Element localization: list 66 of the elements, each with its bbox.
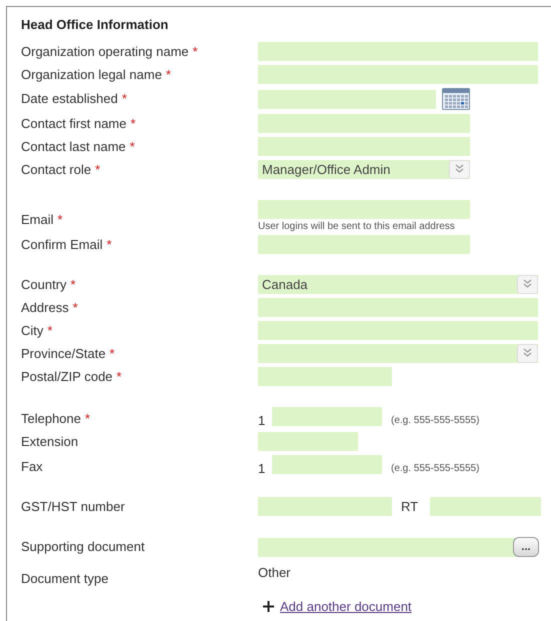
text-field[interactable]: [258, 137, 470, 156]
required-marker: *: [106, 236, 112, 252]
text-field[interactable]: [258, 538, 517, 556]
text-field[interactable]: [258, 432, 358, 451]
text-field[interactable]: [430, 497, 542, 516]
text-field[interactable]: [258, 90, 436, 108]
text-field[interactable]: [258, 114, 470, 133]
chevron-icon: [517, 275, 538, 294]
field-label: Country: [21, 276, 67, 292]
text-field[interactable]: [258, 298, 538, 317]
field-label: Postal/ZIP code: [21, 368, 113, 384]
required-marker: *: [192, 44, 198, 60]
required-marker: *: [47, 322, 52, 338]
text-field[interactable]: [272, 407, 382, 426]
required-marker: *: [130, 116, 136, 132]
required-marker: *: [116, 368, 122, 384]
required-marker: *: [85, 411, 90, 427]
required-marker: *: [95, 162, 100, 178]
text-field[interactable]: [258, 321, 538, 340]
calendar-icon[interactable]: [442, 88, 470, 110]
field-label: Contact last name: [21, 138, 126, 154]
format-hint: (e.g. 555-555-5555): [391, 415, 480, 426]
format-hint: (e.g. 555-555-5555): [391, 463, 480, 474]
field-label: Organization operating name: [21, 44, 189, 60]
field-value: Other: [258, 564, 291, 580]
field-label: Contact first name: [21, 116, 126, 132]
field-label: Fax: [21, 459, 43, 475]
text-field[interactable]: [258, 200, 470, 219]
dropdown[interactable]: [258, 344, 538, 363]
add-document-link[interactable]: Add another document: [280, 599, 412, 614]
field-label: Address: [21, 300, 69, 316]
text-field[interactable]: [258, 497, 392, 516]
text-field[interactable]: [258, 367, 392, 386]
field-label: Document type: [21, 571, 108, 587]
field-label: Supporting document: [21, 539, 145, 555]
text-field[interactable]: [272, 455, 382, 474]
field-label: City: [21, 322, 44, 338]
field-label: Email: [21, 212, 54, 228]
chevron-icon: [517, 344, 538, 363]
text-field[interactable]: [258, 235, 470, 254]
required-marker: *: [58, 212, 63, 228]
field-label: Date established: [21, 91, 118, 107]
country-code: 1: [258, 461, 266, 476]
field-label: RT: [401, 499, 418, 514]
help-text: User logins will be sent to this email address: [258, 221, 455, 233]
required-marker: *: [166, 66, 171, 82]
required-marker: *: [130, 138, 135, 154]
field-label: Telephone: [21, 411, 81, 427]
text-field[interactable]: [258, 42, 538, 61]
plus-icon: [263, 601, 274, 612]
required-marker: *: [70, 276, 76, 292]
section-heading: Head Office Information: [21, 16, 170, 33]
field-label: Contact role: [21, 162, 92, 178]
dropdown[interactable]: Canada: [258, 275, 538, 294]
text-field[interactable]: [258, 65, 538, 84]
required-marker: *: [122, 91, 127, 107]
dropdown[interactable]: Manager/Office Admin: [258, 160, 470, 179]
field-label: GST/HST number: [21, 498, 125, 514]
field-label: Confirm Email: [21, 236, 103, 252]
field-label: Organization legal name: [21, 66, 162, 82]
field-label: Province/State: [21, 346, 106, 362]
country-code: 1: [258, 413, 266, 428]
required-marker: *: [72, 300, 78, 316]
field-label: Extension: [21, 434, 78, 450]
chevron-icon: [449, 160, 470, 179]
required-marker: *: [110, 346, 115, 362]
